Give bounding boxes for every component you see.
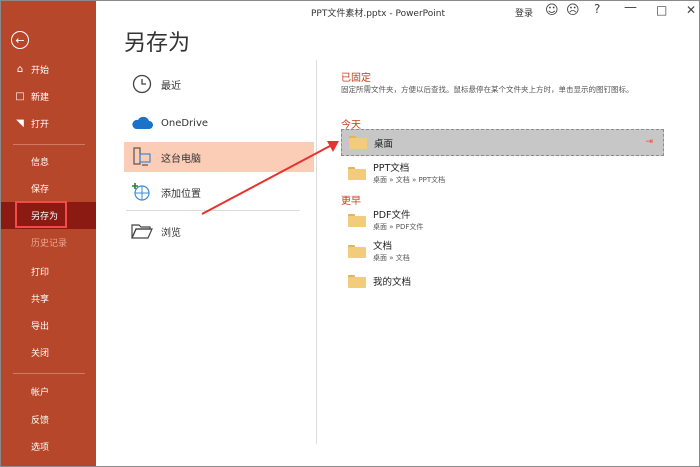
back-arrow-icon[interactable]: ← [11,31,29,49]
sidebar-item-label: 开始 [31,66,50,76]
maximize-icon[interactable]: □ [656,4,667,16]
location-label: 这台电脑 [161,153,201,165]
home-icon: ⌂ [16,64,24,75]
location-add-place[interactable]: 添加位置 [124,177,314,207]
folder-open-icon [129,220,155,242]
sidebar-item-label: 打开 [31,120,50,130]
open-folder-icon: ◥ [16,118,24,129]
folder-item-my-documents[interactable]: 我的文档 [341,268,664,295]
sidebar-item-label: 历史记录 [31,239,68,249]
location-browse[interactable]: 浏览 [124,216,314,246]
location-onedrive[interactable]: OneDrive [124,108,314,138]
folder-icon [348,275,366,288]
folder-path: 桌面 » 文档 » PPT文档 [373,176,446,184]
sidebar-item-label: 保存 [31,185,50,195]
location-this-pc[interactable]: 这台电脑 [124,142,314,172]
add-location-icon [129,181,155,203]
folder-name: PPT文档 [373,163,410,174]
pinned-heading: 已固定 [341,73,371,84]
folder-name: 我的文档 [373,277,412,288]
close-icon[interactable]: ✕ [686,4,696,16]
new-doc-icon: □ [15,91,25,102]
pinned-description: 固定所需文件夹，方便以后查找。鼠标悬停在某个文件夹上方时，单击显示的图钉图标。 [341,85,634,94]
minimize-icon[interactable]: — [624,1,637,14]
folder-item-ppt-docs[interactable]: PPT文档 桌面 » 文档 » PPT文档 [341,160,664,187]
sidebar-item-label: 新建 [31,93,50,103]
sidebar-divider [13,144,85,145]
sidebar-item-info[interactable]: 信息 [1,148,96,175]
backstage-sidebar: ← ⌂ 开始 □ 新建 ◥ 打开 信息 保存 另存为 历史记录 打印 共享 导出… [1,1,96,466]
folder-name: 桌面 [374,139,394,150]
sidebar-divider [13,373,85,374]
sidebar-item-label: 反馈 [31,416,50,426]
cloud-icon [129,112,155,134]
sidebar-item-close[interactable]: 关闭 [1,339,96,366]
sidebar-item-label: 选项 [31,443,50,453]
sidebar-item-feedback[interactable]: 反馈 [1,406,96,433]
sidebar-item-home[interactable]: ⌂ 开始 [1,56,96,83]
sidebar-item-account[interactable]: 帐户 [1,378,96,405]
sidebar-item-label: 关闭 [31,349,50,359]
clock-icon [129,73,155,95]
folder-name: PDF文件 [373,210,411,221]
location-divider [126,210,300,211]
window-title: PPT文件素材.pptx - PowerPoint [311,9,446,19]
page-title: 另存为 [124,31,191,56]
sidebar-item-label: 帐户 [31,388,50,398]
location-recent[interactable]: 最近 [124,69,314,99]
earlier-heading: 更早 [341,196,361,207]
smile-feedback-icon[interactable]: ☺ [545,4,559,17]
sidebar-item-options[interactable]: 选项 [1,433,96,460]
sidebar-item-label: 信息 [31,158,50,168]
folder-name: 文档 [373,241,393,252]
sidebar-item-history: 历史记录 [1,229,96,256]
sidebar-item-label: 导出 [31,322,50,332]
help-icon[interactable]: ? [594,3,600,15]
location-label: OneDrive [161,117,209,129]
folder-item-pdf[interactable]: PDF文件 桌面 » PDF文件 [341,207,664,234]
frown-feedback-icon[interactable]: ☹ [566,4,580,17]
folder-icon [349,136,367,149]
sidebar-item-label: 打印 [31,268,50,278]
sidebar-item-new[interactable]: □ 新建 [1,83,96,110]
folder-item-documents[interactable]: 文档 桌面 » 文档 [341,238,664,265]
folder-path: 桌面 » PDF文件 [373,223,424,231]
sidebar-item-export[interactable]: 导出 [1,312,96,339]
folder-item-desktop[interactable]: 桌面 ⇥ [341,129,664,156]
folder-icon [348,245,366,258]
sidebar-item-open[interactable]: ◥ 打开 [1,110,96,137]
computer-icon [129,146,155,168]
login-link[interactable]: 登录 [515,6,533,19]
folder-path: 桌面 » 文档 [373,254,410,262]
folder-icon [348,214,366,227]
title-bar: PPT文件素材.pptx - PowerPoint 登录 ☺ ☹ ? — □ ✕ [96,1,699,23]
annotation-highlight-box [15,201,67,228]
location-label: 添加位置 [161,188,201,200]
location-label: 最近 [161,80,181,92]
sidebar-item-label: 共享 [31,295,50,305]
sidebar-item-save[interactable]: 保存 [1,175,96,202]
sidebar-item-share[interactable]: 共享 [1,285,96,312]
sidebar-item-print[interactable]: 打印 [1,258,96,285]
folder-icon [348,167,366,180]
panel-divider [316,60,317,444]
pin-icon[interactable]: ⇥ [645,137,653,147]
location-label: 浏览 [161,227,181,239]
